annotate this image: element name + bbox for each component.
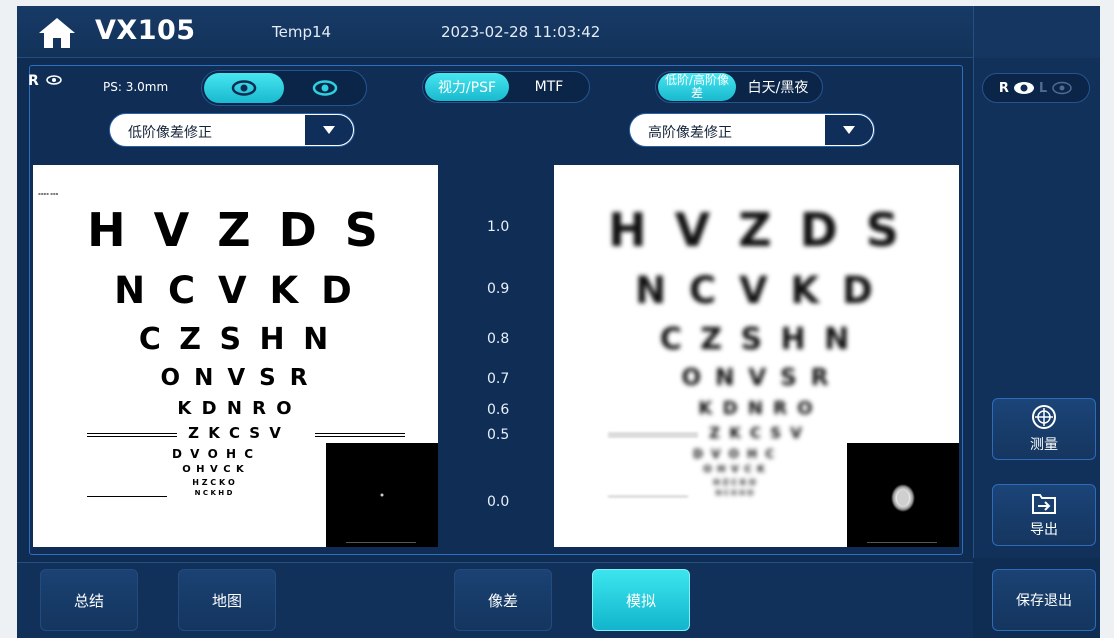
psf-spot — [891, 484, 915, 512]
patient-name: Temp14 — [272, 23, 332, 41]
low-high-aberration-option[interactable]: 低阶/高阶像差 — [658, 73, 736, 101]
chart-row: H V Z D S — [608, 203, 905, 257]
acuity-value: 1.0 — [487, 219, 510, 235]
chart-row: K D N R O — [698, 398, 815, 419]
acuity-value: 0.7 — [487, 371, 510, 387]
acuity-value: 0.9 — [487, 281, 510, 297]
dropdown-arrow[interactable] — [825, 115, 873, 145]
measure-button[interactable]: 测量 — [992, 398, 1096, 460]
eye-selector-left-label: L — [1038, 80, 1048, 96]
triangle-down-icon — [323, 126, 335, 134]
chart-row: O N V S R — [160, 365, 311, 391]
acuity-value: 0.5 — [487, 427, 510, 443]
eye-icon — [45, 75, 62, 85]
chart-rule — [87, 496, 167, 498]
chart-tiny-label: ▪▪▪▪ ▪▪▪ — [38, 191, 59, 196]
eye-view-button-1[interactable] — [204, 73, 284, 103]
export-button[interactable]: 导出 — [992, 484, 1096, 546]
eye-selector[interactable]: R L — [982, 73, 1090, 103]
dropdown-arrow[interactable] — [305, 115, 353, 145]
dropdown-value: 低阶像差修正 — [128, 125, 212, 141]
tab-summary[interactable]: 总结 — [40, 569, 138, 631]
app-title: VX105 — [95, 15, 196, 46]
eye-label: R — [28, 73, 39, 89]
save-exit-button[interactable]: 保存退出 — [992, 569, 1096, 631]
home-icon[interactable] — [37, 16, 77, 50]
triangle-down-icon — [843, 126, 855, 134]
chart-row: K D N R O — [177, 398, 294, 419]
acuity-value: 0.6 — [487, 402, 510, 418]
export-label: 导出 — [1030, 522, 1058, 538]
header-right-area — [973, 6, 1100, 58]
mtf-option[interactable]: MTF — [509, 73, 589, 101]
pupil-size: PS: 3.0mm — [103, 80, 169, 94]
acuity-value: 0.0 — [487, 494, 510, 510]
acuity-value: 0.8 — [487, 331, 510, 347]
dropdown-value: 高阶像差修正 — [648, 125, 732, 141]
vision-psf-option[interactable]: 视力/PSF — [425, 73, 509, 101]
side-panel — [973, 58, 1100, 558]
chart-rule — [608, 433, 698, 437]
eye-toggle — [201, 70, 367, 106]
chart-row: C Z S H N — [659, 322, 854, 357]
chart-row: N C V K D — [114, 269, 357, 312]
chart-row: O N V S R — [681, 365, 832, 391]
tab-simulation[interactable]: 模拟 — [592, 569, 690, 631]
tab-map[interactable]: 地图 — [178, 569, 276, 631]
right-eye-icon — [1013, 82, 1034, 94]
vision-mtf-toggle: 视力/PSF MTF — [422, 71, 590, 103]
eye-selector-right-label: R — [998, 80, 1009, 96]
chart-rule — [87, 433, 177, 437]
day-night-option[interactable]: 白天/黑夜 — [736, 73, 820, 101]
psf-spot — [380, 493, 384, 497]
measure-icon — [1032, 405, 1056, 429]
left-eye-icon — [1052, 81, 1072, 95]
chart-row: N C V K D — [635, 269, 878, 312]
chart-rule — [608, 496, 688, 498]
export-icon — [1032, 494, 1056, 514]
chart-row: C Z S H N — [138, 322, 333, 357]
measure-label: 测量 — [1030, 437, 1058, 453]
exam-datetime: 2023-02-28 11:03:42 — [441, 23, 601, 41]
tab-aberration[interactable]: 像差 — [454, 569, 552, 631]
psf-image — [847, 443, 959, 547]
acuity-chart-corrected: ▪▪▪▪ ▪▪▪ H V Z D S N C V K D C Z S H N O… — [33, 165, 438, 547]
eye-indicator: R — [28, 73, 62, 89]
high-order-correction-dropdown[interactable]: 高阶像差修正 — [629, 113, 875, 147]
aberration-daynight-toggle: 低阶/高阶像差 白天/黑夜 — [655, 71, 823, 103]
acuity-chart-simulated: H V Z D S N C V K D C Z S H N O N V S R … — [554, 165, 959, 547]
chart-rule — [315, 433, 405, 437]
eye-icon — [312, 80, 338, 96]
eye-icon — [231, 80, 257, 96]
low-order-correction-dropdown[interactable]: 低阶像差修正 — [109, 113, 355, 147]
eye-view-button-2[interactable] — [285, 73, 365, 103]
psf-image — [326, 443, 438, 547]
chart-row: H V Z D S — [87, 203, 384, 257]
header: VX105 Temp14 2023-02-28 11:03:42 — [17, 6, 973, 58]
